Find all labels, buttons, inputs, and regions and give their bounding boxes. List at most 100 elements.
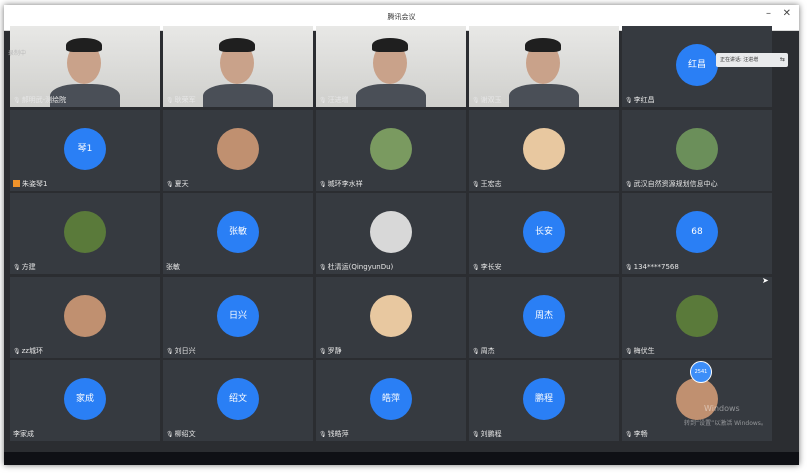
participant-name: 🎙︎郝明武-测绘院 bbox=[13, 96, 66, 105]
activation-watermark-text: 转到“设置”以激活 Windows。 bbox=[684, 420, 767, 427]
participant-tile[interactable]: 张敏 张敏 bbox=[163, 193, 313, 274]
collapse-arrow-icon[interactable]: ⇆ bbox=[780, 53, 785, 67]
avatar bbox=[676, 378, 718, 420]
participant-tile[interactable]: 🎙︎郝明武-测绘院 bbox=[10, 26, 160, 107]
mic-icon: 🎙︎ bbox=[472, 180, 480, 188]
participant-name-text: 夏天 bbox=[174, 179, 189, 188]
participant-name: 🎙︎谢双玉 bbox=[472, 96, 502, 105]
participant-name-text: zz城环 bbox=[21, 346, 43, 355]
avatar: 张敏 bbox=[217, 211, 259, 253]
person-body bbox=[509, 84, 579, 107]
mic-icon: 🎙︎ bbox=[319, 431, 327, 438]
mic-icon: 🎙︎ bbox=[625, 347, 633, 355]
participant-name: 🎙︎134****7568 bbox=[625, 263, 679, 272]
participant-name-text: 朱姿琴1 bbox=[22, 179, 48, 188]
participant-tile[interactable]: 🎙︎汪进增 bbox=[316, 26, 466, 107]
participant-name: 🎙︎zz城环 bbox=[13, 347, 43, 356]
participant-tile[interactable]: 🎙︎耿荣军 bbox=[163, 26, 313, 107]
mic-icon: 🎙︎ bbox=[319, 97, 327, 104]
participant-name-text: 李畅 bbox=[633, 430, 648, 438]
participant-tile[interactable]: 🎙︎夏天 bbox=[163, 109, 313, 191]
participant-name: 🎙︎杜清运(QingyunDu) bbox=[319, 263, 393, 272]
avatar bbox=[64, 211, 106, 253]
participant-tile[interactable]: 🎙︎梅伏生 bbox=[622, 276, 772, 358]
participant-name-text: 梅伏生 bbox=[633, 346, 655, 355]
mic-icon: 🎙︎ bbox=[625, 180, 633, 188]
participant-tile[interactable]: 🎙︎武汉自然资源规划信息中心 bbox=[622, 109, 772, 191]
participant-name: 🎙︎方建 bbox=[13, 263, 36, 272]
participant-name-text: 杜清运(QingyunDu) bbox=[327, 263, 394, 271]
participant-name: 🎙︎梅伏生 bbox=[625, 347, 655, 356]
person-hair bbox=[219, 38, 255, 52]
participant-name-text: 134****7568 bbox=[633, 263, 679, 271]
mic-icon: 🎙︎ bbox=[166, 97, 174, 104]
person-hair bbox=[372, 38, 408, 52]
avatar: 红昌 bbox=[676, 44, 718, 86]
mic-icon: 🎙︎ bbox=[472, 97, 480, 104]
mic-icon: 🎙︎ bbox=[625, 264, 633, 271]
minimize-icon[interactable]: – bbox=[766, 8, 771, 19]
avatar: 家成 bbox=[64, 378, 106, 420]
participant-tile[interactable]: 家成李家成 bbox=[10, 360, 160, 441]
participant-name: 🎙︎汪进增 bbox=[319, 96, 349, 105]
person-hair bbox=[66, 38, 102, 52]
participant-name-text: 武汉自然资源规划信息中心 bbox=[633, 179, 718, 188]
mic-icon: 🎙︎ bbox=[472, 431, 480, 438]
participant-name-text: 刘鹏程 bbox=[480, 430, 502, 438]
participant-tile[interactable]: 🎙︎谢双玉 bbox=[469, 26, 619, 107]
participant-tile[interactable]: 鹏程 🎙︎刘鹏程 bbox=[469, 360, 619, 441]
avatar bbox=[370, 211, 412, 253]
participant-name: 🎙︎李畅 bbox=[625, 430, 648, 439]
participant-name: 🎙︎李红昌 bbox=[625, 96, 655, 105]
taskbar bbox=[4, 452, 799, 465]
mic-icon: 🎙︎ bbox=[625, 431, 633, 438]
mic-icon: 🎙︎ bbox=[13, 264, 21, 271]
participant-name: 🎙︎罗静 bbox=[319, 347, 342, 356]
participant-name-text: 郝明武-测绘院 bbox=[21, 96, 67, 104]
avatar: 周杰 bbox=[523, 294, 565, 337]
participant-tile[interactable]: 绍文 🎙︎柳绍文 bbox=[163, 360, 313, 441]
participant-name-text: 李红昌 bbox=[633, 96, 655, 104]
mic-icon: 🎙︎ bbox=[319, 264, 327, 271]
chat-bubble-badge[interactable]: 2541 bbox=[690, 361, 712, 383]
participant-grid: 🎙︎郝明武-测绘院 🎙︎耿荣军 🎙︎汪进增 🎙︎谢双玉 红昌 🎙︎李红昌 琴1 朱姿琴1 🎙︎夏… bbox=[10, 26, 772, 452]
participant-name-text: 李长安 bbox=[480, 263, 502, 271]
mic-icon: 🎙︎ bbox=[13, 347, 21, 355]
participant-tile[interactable]: 皓萍 🎙︎钱皓萍 bbox=[316, 360, 466, 441]
speaking-text: 正在讲话: 汪进增 bbox=[720, 57, 759, 63]
avatar bbox=[64, 294, 106, 337]
speaking-indicator[interactable]: 正在讲话: 汪进增 ⇆ bbox=[716, 53, 788, 67]
participant-tile[interactable]: 🎙︎罗静 bbox=[316, 276, 466, 358]
participant-tile[interactable]: 🎙︎方建 bbox=[10, 193, 160, 274]
activation-watermark-title: Windows bbox=[704, 404, 740, 413]
participant-tile[interactable]: 🎙︎城环李水祥 bbox=[316, 109, 466, 191]
person-body bbox=[356, 84, 426, 107]
participant-tile[interactable]: 🎙︎杜清运(QingyunDu) bbox=[316, 193, 466, 274]
avatar: 长安 bbox=[523, 211, 565, 253]
participant-tile[interactable]: 日兴 🎙︎刘日兴 bbox=[163, 276, 313, 358]
participant-name: 🎙︎李长安 bbox=[472, 263, 502, 272]
avatar bbox=[523, 127, 565, 170]
mic-icon: 🎙︎ bbox=[625, 97, 633, 104]
participant-name: 🎙︎耿荣军 bbox=[166, 96, 196, 105]
participant-name-text: 李家成 bbox=[13, 430, 34, 438]
participant-tile[interactable]: 🎙︎zz城环 bbox=[10, 276, 160, 358]
participant-tile[interactable]: 68 🎙︎134****7568 bbox=[622, 193, 772, 274]
mouse-cursor-icon: ➤ bbox=[762, 276, 769, 285]
participant-tile[interactable]: 周杰 🎙︎周杰 bbox=[469, 276, 619, 358]
participant-name: 🎙︎武汉自然资源规划信息中心 bbox=[625, 180, 718, 189]
close-icon[interactable]: ✕ bbox=[783, 8, 791, 19]
person-hair bbox=[525, 38, 561, 52]
avatar bbox=[217, 127, 259, 170]
participant-name: 李家成 bbox=[13, 430, 34, 439]
participant-name: 🎙︎王宏志 bbox=[472, 180, 502, 189]
avatar: 皓萍 bbox=[370, 378, 412, 420]
participant-tile[interactable]: 长安 🎙︎李长安 bbox=[469, 193, 619, 274]
participant-tile[interactable]: 琴1 朱姿琴1 bbox=[10, 109, 160, 191]
mic-icon: 🎙︎ bbox=[472, 264, 480, 271]
participant-name: 朱姿琴1 bbox=[13, 179, 48, 189]
participant-tile[interactable]: 🎙︎王宏志 bbox=[469, 109, 619, 191]
participant-name-text: 方建 bbox=[21, 263, 36, 271]
participant-name-text: 张敏 bbox=[166, 263, 180, 271]
participant-name-text: 王宏志 bbox=[480, 179, 502, 188]
